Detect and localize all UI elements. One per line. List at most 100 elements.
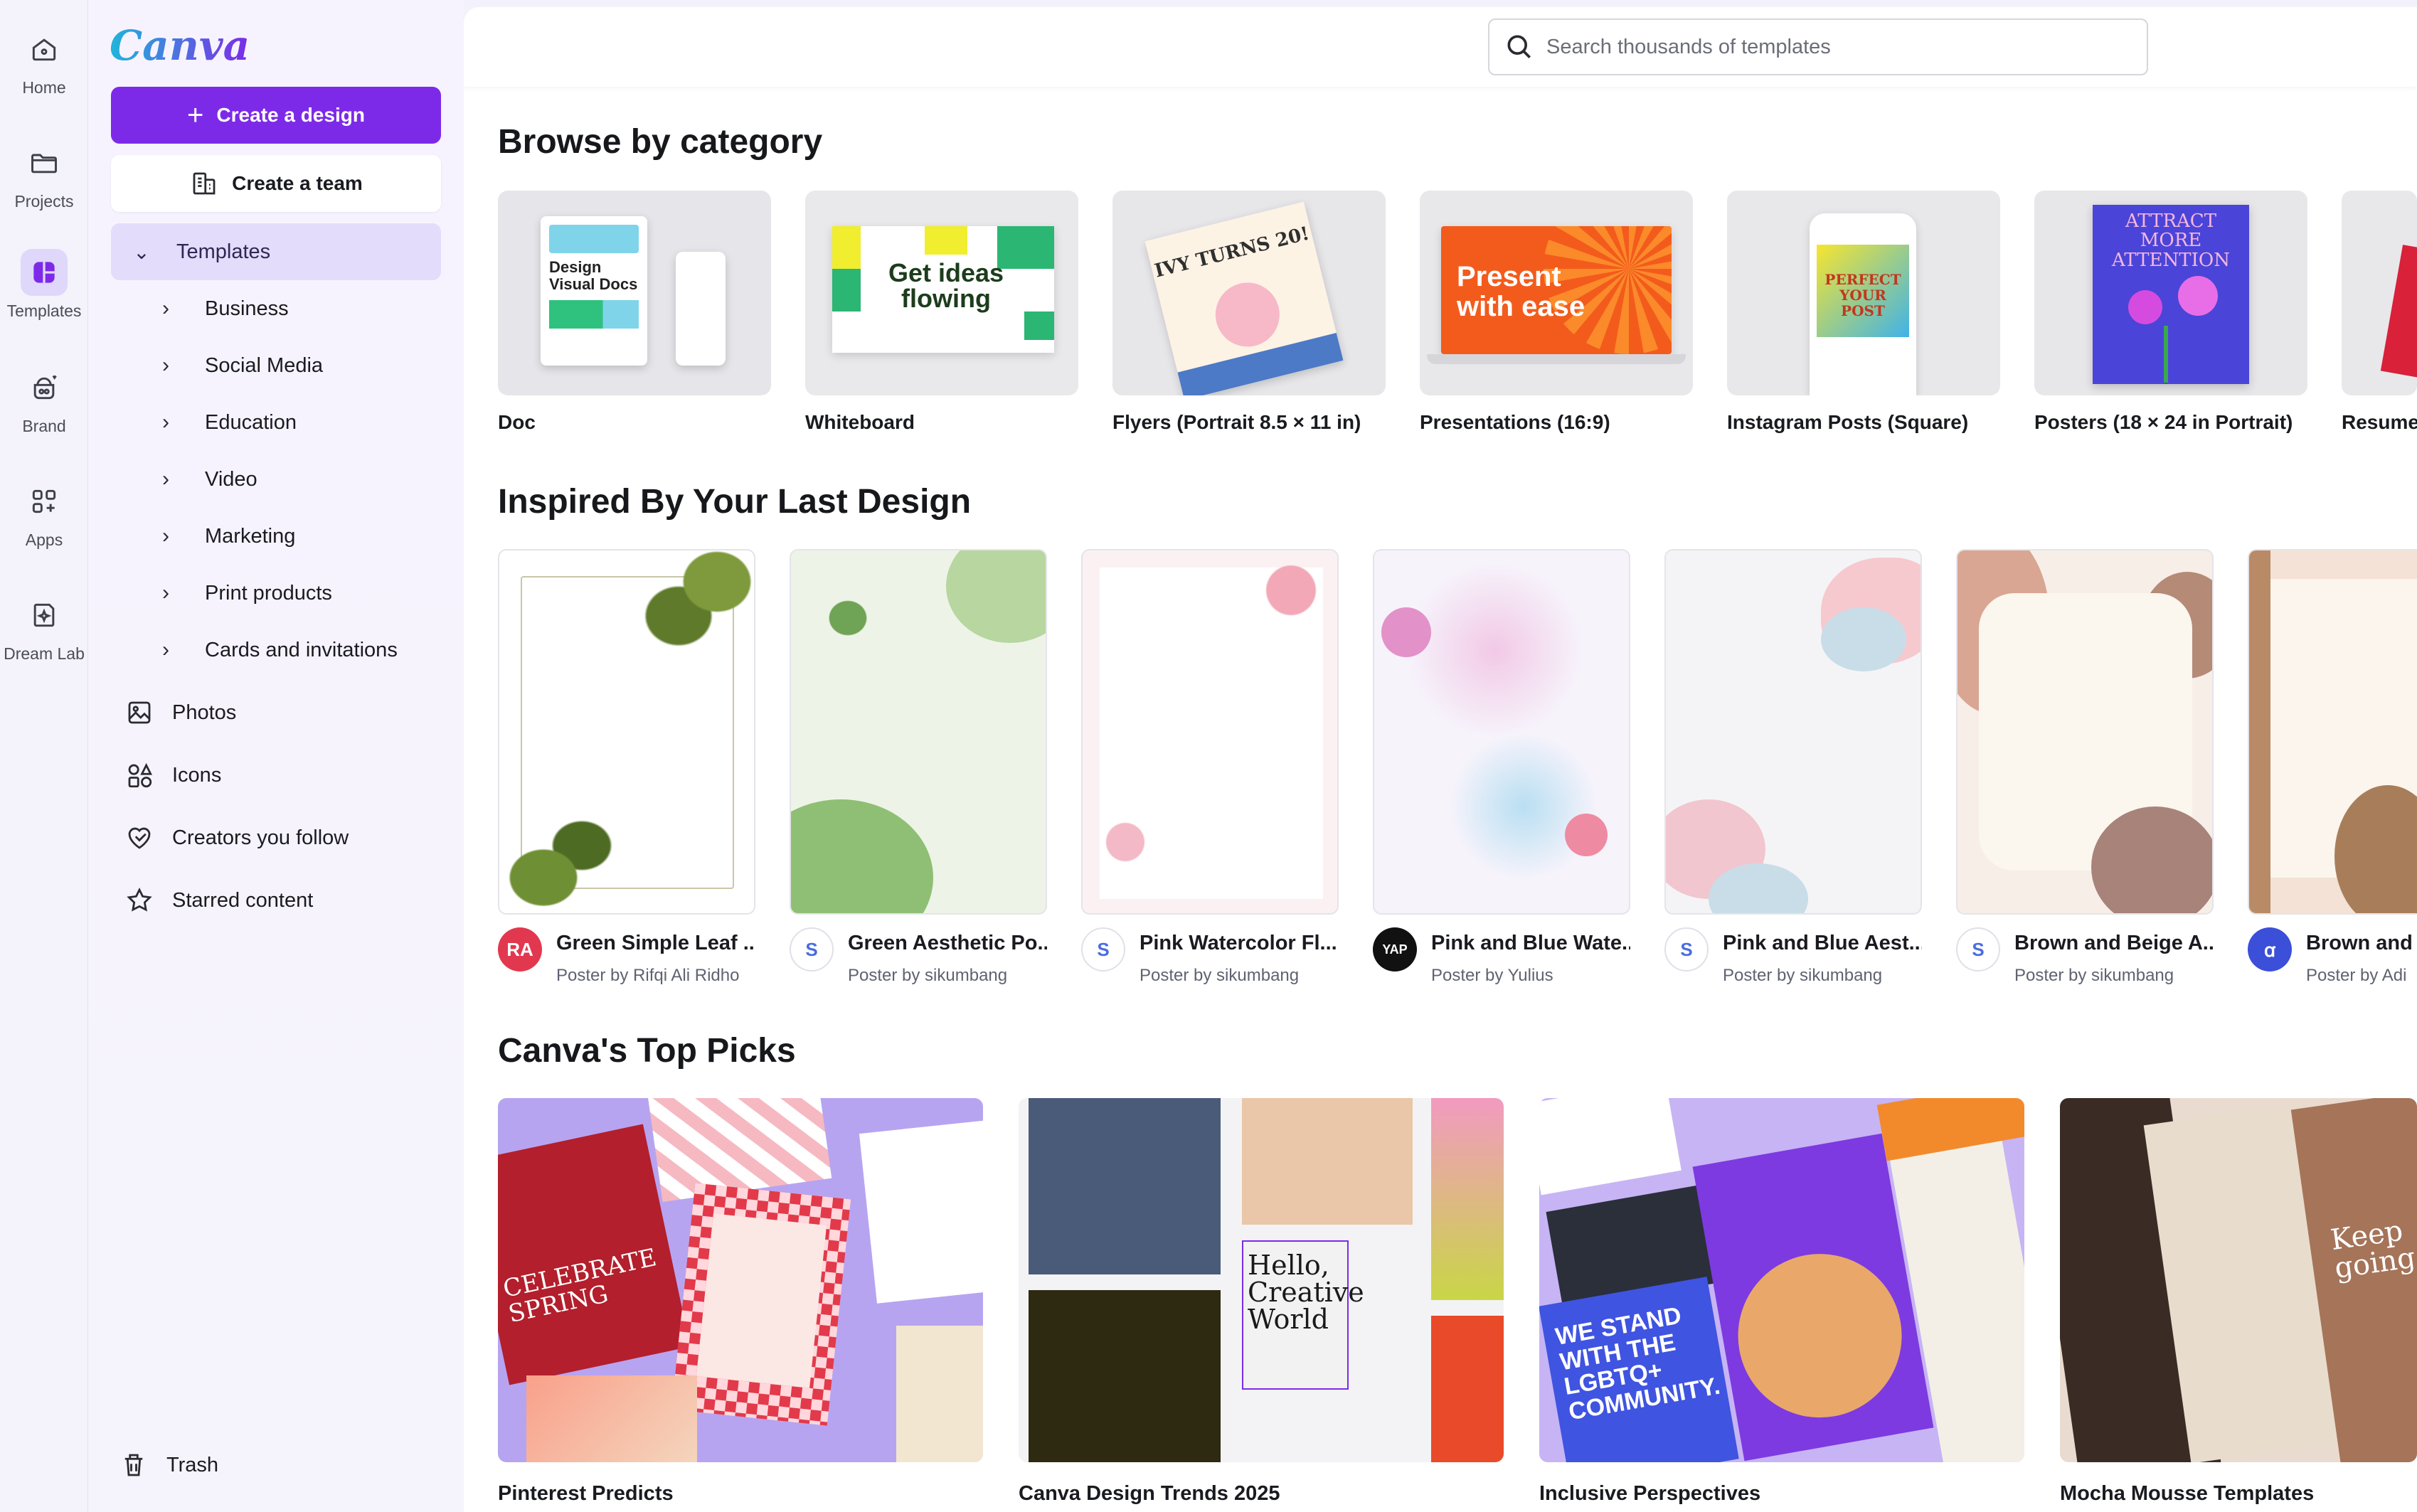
- collection-card-pinterest[interactable]: CELEBRATE SPRING: [498, 1098, 983, 1462]
- chevron-right-icon: ›: [162, 353, 169, 377]
- dream-lab-icon: [21, 592, 68, 639]
- category-label[interactable]: Presentations (16:9): [1420, 411, 1610, 434]
- rail-home-label: Home: [22, 78, 66, 97]
- create-team-label: Create a team: [232, 172, 363, 194]
- create-team-button[interactable]: Create a team: [111, 155, 441, 212]
- avatar[interactable]: ꭤ: [2248, 927, 2292, 971]
- sidebar-item-cards-invitations[interactable]: › Cards and invitations: [155, 629, 398, 671]
- canva-logo[interactable]: Canva: [110, 21, 250, 70]
- template-author[interactable]: Poster by Adi: [2306, 966, 2406, 986]
- category-label[interactable]: Doc: [498, 411, 536, 434]
- template-title[interactable]: Green Simple Leaf ...: [556, 932, 755, 955]
- sidebar-item-print-products[interactable]: › Print products: [155, 572, 332, 614]
- category-card-instagram[interactable]: PERFECT YOUR POST: [1727, 191, 2000, 395]
- sidebar-link-label: Icons: [172, 763, 222, 787]
- avatar[interactable]: RA: [498, 927, 542, 971]
- template-card[interactable]: [1081, 549, 1339, 915]
- presentations-thumb-text: Present with ease: [1457, 261, 1585, 322]
- section-title-top-picks: Canva's Top Picks: [498, 1032, 796, 1070]
- sidebar-link-starred[interactable]: Starred content: [122, 878, 313, 923]
- pick-thumb-text: CELEBRATE SPRING: [500, 1243, 659, 1329]
- avatar[interactable]: YAP: [1373, 927, 1417, 971]
- collection-card-mocha[interactable]: Keep going: [2060, 1098, 2417, 1462]
- template-author[interactable]: Poster by sikumbang: [848, 966, 1007, 986]
- category-label[interactable]: Whiteboard: [805, 411, 915, 434]
- category-label[interactable]: Posters (18 × 24 in Portrait): [2034, 411, 2293, 434]
- sidebar-item-label: Marketing: [205, 524, 296, 548]
- template-author[interactable]: Poster by sikumbang: [1723, 966, 1882, 986]
- template-card[interactable]: [1956, 549, 2214, 915]
- category-card-whiteboard[interactable]: Get ideas flowing: [805, 191, 1078, 395]
- chevron-down-icon: ⌄: [133, 240, 150, 263]
- sidebar-item-social-media[interactable]: › Social Media: [155, 344, 323, 387]
- collection-label[interactable]: Canva Design Trends 2025: [1019, 1482, 1280, 1506]
- avatar[interactable]: S: [1956, 927, 2000, 971]
- avatar[interactable]: S: [790, 927, 834, 971]
- rail-brand-label: Brand: [22, 417, 66, 435]
- template-card[interactable]: [498, 549, 755, 915]
- create-design-button[interactable]: + Create a design: [111, 87, 441, 144]
- category-card-presentations[interactable]: Present with ease: [1420, 191, 1693, 395]
- star-icon: [122, 883, 156, 917]
- shapes-icon: [122, 758, 156, 792]
- category-label[interactable]: Flyers (Portrait 8.5 × 11 in): [1112, 411, 1361, 434]
- rail-templates[interactable]: Templates: [0, 249, 88, 321]
- nav-templates[interactable]: ⌄ Templates: [111, 223, 441, 280]
- search-bar[interactable]: [1488, 18, 2148, 75]
- chevron-right-icon: ›: [162, 638, 169, 661]
- template-author[interactable]: Poster by Yulius: [1431, 966, 1553, 986]
- team-icon: [193, 172, 216, 195]
- pick-thumb-text: Hello, Creative World: [1248, 1250, 1364, 1335]
- chevron-right-icon: ›: [162, 467, 169, 491]
- collection-label[interactable]: Mocha Mousse Templates: [2060, 1482, 2314, 1506]
- sidebar-item-business[interactable]: › Business: [155, 287, 289, 330]
- doc-thumb-text: Design Visual Docs: [549, 258, 638, 294]
- rail-templates-label: Templates: [6, 302, 82, 320]
- home-icon: [21, 26, 68, 73]
- rail-projects[interactable]: Projects: [0, 139, 88, 211]
- rail-brand[interactable]: Brand: [0, 364, 88, 436]
- rail-dream-lab[interactable]: Dream Lab: [0, 592, 88, 664]
- category-card-flyers[interactable]: IVY TURNS 20!: [1112, 191, 1386, 395]
- category-label[interactable]: Instagram Posts (Square): [1727, 411, 1968, 434]
- category-label[interactable]: Resume: [2342, 411, 2417, 434]
- avatar[interactable]: S: [1081, 927, 1125, 971]
- template-title[interactable]: Pink Watercolor Fl...: [1140, 932, 1339, 955]
- rail-home[interactable]: Home: [0, 26, 88, 97]
- sidebar-item-label: Education: [205, 410, 297, 434]
- category-card-doc[interactable]: Design Visual Docs: [498, 191, 771, 395]
- template-card[interactable]: [2248, 549, 2417, 915]
- search-input[interactable]: [1546, 35, 2115, 59]
- sidebar-item-education[interactable]: › Education: [155, 401, 297, 444]
- sidebar-link-creators[interactable]: Creators you follow: [122, 815, 349, 861]
- sidebar-item-marketing[interactable]: › Marketing: [155, 515, 295, 558]
- template-title[interactable]: Pink and Blue Wate...: [1431, 932, 1630, 955]
- template-title[interactable]: Pink and Blue Aest...: [1723, 932, 1922, 955]
- sidebar-link-trash[interactable]: Trash: [117, 1442, 218, 1488]
- collection-card-inclusive[interactable]: WE STAND WITH THE LGBTQ+ COMMUNITY.: [1539, 1098, 2024, 1462]
- template-author[interactable]: Poster by sikumbang: [1140, 966, 1299, 986]
- sidebar-item-video[interactable]: › Video: [155, 458, 257, 501]
- template-title[interactable]: Brown and I: [2306, 932, 2417, 955]
- template-card[interactable]: [790, 549, 1047, 915]
- template-card[interactable]: [1373, 549, 1630, 915]
- posters-thumb-text: ATTRACT MORE ATTENTION: [2112, 211, 2230, 271]
- sidebar-link-photos[interactable]: Photos: [122, 690, 236, 735]
- rail-apps[interactable]: Apps: [0, 478, 88, 550]
- avatar[interactable]: S: [1664, 927, 1709, 971]
- section-title-inspired: Inspired By Your Last Design: [498, 483, 972, 521]
- template-card[interactable]: [1664, 549, 1922, 915]
- chevron-right-icon: ›: [162, 410, 169, 434]
- chevron-right-icon: ›: [162, 581, 169, 605]
- template-author[interactable]: Poster by sikumbang: [2014, 966, 2174, 986]
- template-title[interactable]: Brown and Beige A...: [2014, 932, 2214, 955]
- template-title[interactable]: Green Aesthetic Po...: [848, 932, 1047, 955]
- category-card-posters[interactable]: ATTRACT MORE ATTENTION: [2034, 191, 2307, 395]
- main-content: Browse by category Design Visual Docs Ge…: [464, 7, 2417, 1512]
- category-card-resume[interactable]: [2342, 191, 2417, 395]
- template-author[interactable]: Poster by Rifqi Ali Ridho: [556, 966, 739, 986]
- sidebar-link-icons[interactable]: Icons: [122, 752, 221, 798]
- collection-card-design-trends[interactable]: Hello, Creative World: [1019, 1098, 1504, 1462]
- collection-label[interactable]: Inclusive Perspectives: [1539, 1482, 1760, 1506]
- collection-label[interactable]: Pinterest Predicts: [498, 1482, 674, 1506]
